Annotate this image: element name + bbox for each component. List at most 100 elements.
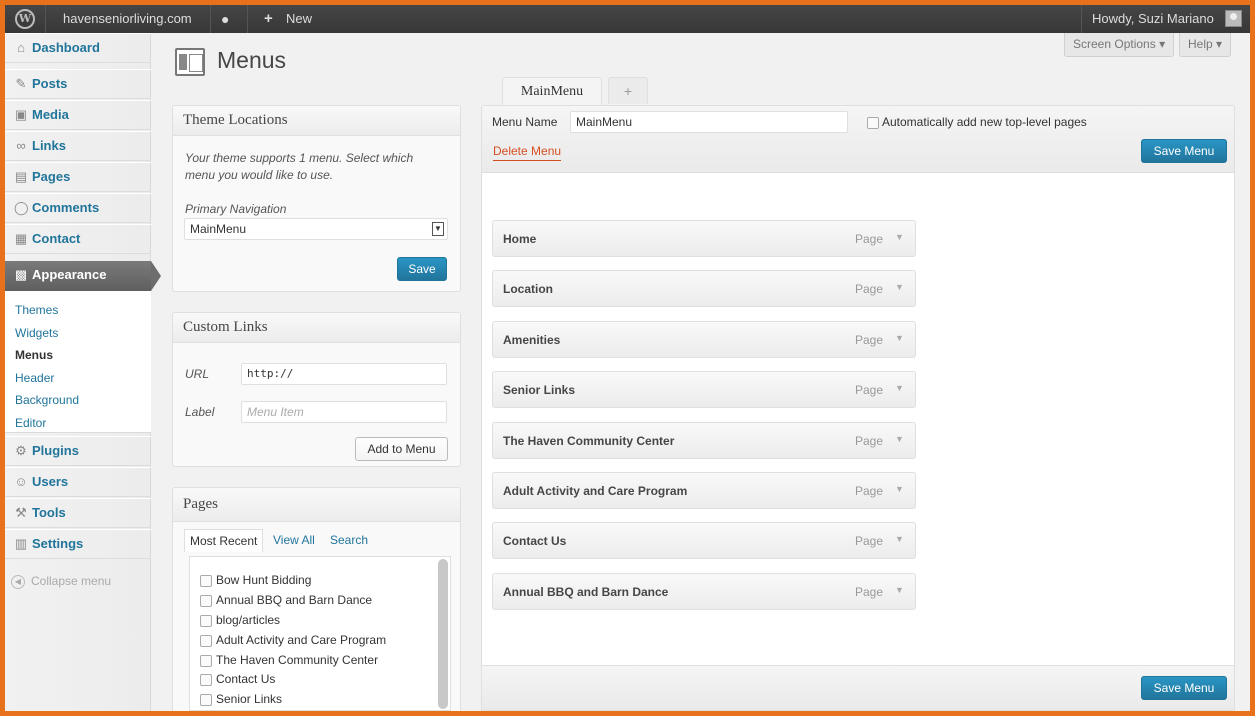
list-item[interactable]: blog/articles <box>200 613 280 627</box>
menu-tab-mainmenu[interactable]: MainMenu <box>502 77 602 106</box>
checkbox[interactable] <box>200 614 212 627</box>
menu-item-amenities[interactable]: Amenities Page ▼ <box>492 321 916 358</box>
sidebar-item-plugins[interactable]: ⚙ Plugins <box>5 436 151 466</box>
site-name-link[interactable]: havenseniorliving.com <box>63 5 192 33</box>
menu-item-type: Page <box>855 484 884 498</box>
admin-bar-separator <box>1081 5 1082 33</box>
screen-options-label: Screen Options <box>1073 37 1156 51</box>
custom-links-heading[interactable]: Custom Links <box>173 313 460 343</box>
list-item[interactable]: Senior Links <box>200 692 282 706</box>
pages-list-scrollbar[interactable] <box>438 559 448 709</box>
menu-item-location[interactable]: Location Page ▼ <box>492 270 916 307</box>
theme-locations-heading[interactable]: Theme Locations <box>173 106 460 136</box>
sidebar-item-label: Dashboard <box>32 40 100 55</box>
menu-item-title: Contact Us <box>503 534 567 548</box>
checkbox[interactable] <box>200 574 212 587</box>
sidebar-item-dashboard[interactable]: ⌂ Dashboard <box>5 33 151 63</box>
comments-icon: ◯ <box>14 200 29 215</box>
submenu-item-background[interactable]: Background <box>15 393 79 407</box>
sidebar-item-label: Plugins <box>32 443 79 458</box>
submenu-item-editor[interactable]: Editor <box>15 416 46 430</box>
screen-options-button[interactable]: Screen Options ▾ <box>1064 33 1175 57</box>
posts-icon: ✎ <box>15 76 27 91</box>
list-item[interactable]: Bow Hunt Bidding <box>200 573 311 587</box>
tab-search[interactable]: Search <box>330 533 368 547</box>
list-item[interactable]: Contact Us <box>200 672 275 686</box>
pages-heading[interactable]: Pages <box>173 488 460 522</box>
sidebar-item-tools[interactable]: ⚒ Tools <box>5 498 151 528</box>
add-to-menu-button[interactable]: Add to Menu <box>355 437 448 461</box>
chevron-down-icon[interactable]: ▼ <box>895 534 904 544</box>
add-menu-tab[interactable]: + <box>608 77 648 104</box>
list-item[interactable]: Annual BBQ and Barn Dance <box>200 593 372 607</box>
submenu-item-themes[interactable]: Themes <box>15 303 58 317</box>
howdy-user-link[interactable]: Howdy, Suzi Mariano <box>1092 5 1214 33</box>
delete-menu-link[interactable]: Delete Menu <box>493 144 562 161</box>
menu-name-input[interactable]: MainMenu <box>570 111 848 133</box>
sidebar-item-media[interactable]: ▣ Media <box>5 100 151 130</box>
sidebar-item-users[interactable]: ☺ Users <box>5 467 151 497</box>
submenu-item-header[interactable]: Header <box>15 371 54 385</box>
save-menu-button-footer[interactable]: Save Menu <box>1141 676 1227 700</box>
admin-sidebar: ⌂ Dashboard ✎ Posts ▣ Media ∞ Links ▤ Pa… <box>5 33 161 711</box>
menu-item-bbq-barn-dance[interactable]: Annual BBQ and Barn Dance Page ▼ <box>492 573 916 610</box>
sidebar-item-appearance[interactable]: ▩ Appearance <box>5 261 161 291</box>
list-item-label: The Haven Community Center <box>216 653 379 667</box>
help-button[interactable]: Help ▾ <box>1179 33 1232 57</box>
plus-icon[interactable]: + <box>264 5 273 33</box>
tab-view-all[interactable]: View All <box>273 533 315 547</box>
dashboard-icon: ⌂ <box>17 40 25 55</box>
checkbox[interactable] <box>200 654 212 667</box>
collapse-menu-button[interactable]: ◀ Collapse menu <box>11 574 111 589</box>
menu-item-title: Annual BBQ and Barn Dance <box>503 585 669 599</box>
submenu-item-widgets[interactable]: Widgets <box>15 326 58 340</box>
chevron-down-icon[interactable]: ▼ <box>895 434 904 444</box>
chevron-down-icon[interactable]: ▼ <box>895 282 904 292</box>
primary-navigation-select[interactable]: MainMenu ▼ <box>184 218 448 240</box>
menu-editor-header: Menu Name MainMenu Automatically add new… <box>481 105 1235 173</box>
menu-item-senior-links[interactable]: Senior Links Page ▼ <box>492 371 916 408</box>
wordpress-logo-icon[interactable]: W <box>15 9 35 29</box>
sidebar-item-pages[interactable]: ▤ Pages <box>5 162 151 192</box>
sidebar-item-contact[interactable]: ▦ Contact <box>5 224 151 254</box>
checkbox[interactable] <box>200 594 212 607</box>
menu-item-adult-activity[interactable]: Adult Activity and Care Program Page ▼ <box>492 472 916 509</box>
tab-most-recent[interactable]: Most Recent <box>184 529 264 552</box>
sidebar-item-settings[interactable]: ▥ Settings <box>5 529 151 559</box>
auto-add-checkbox[interactable] <box>867 117 879 129</box>
checkbox[interactable] <box>200 673 212 686</box>
list-item[interactable]: The Haven Community Center <box>200 653 378 667</box>
chevron-down-icon[interactable]: ▼ <box>895 333 904 343</box>
comment-bubble-icon[interactable]: ● <box>221 5 229 33</box>
menu-item-home[interactable]: Home Page ▼ <box>492 220 916 257</box>
chevron-down-icon[interactable]: ▼ <box>895 484 904 494</box>
save-locations-button[interactable]: Save <box>397 257 447 281</box>
checkbox[interactable] <box>200 634 212 647</box>
menu-name-label: Menu Name <box>492 115 558 129</box>
submenu-item-menus[interactable]: Menus <box>15 348 53 362</box>
avatar[interactable] <box>1225 10 1242 27</box>
checkbox[interactable] <box>200 693 212 706</box>
sidebar-item-label: Settings <box>32 536 84 551</box>
menu-item-community-center[interactable]: The Haven Community Center Page ▼ <box>492 422 916 459</box>
chevron-down-icon[interactable]: ▼ <box>895 383 904 393</box>
menu-item-type: Page <box>855 333 884 347</box>
admin-bar-separator <box>210 5 211 33</box>
menu-item-contact-us[interactable]: Contact Us Page ▼ <box>492 522 916 559</box>
admin-bar-separator <box>247 5 248 33</box>
label-input[interactable]: Menu Item <box>241 401 447 423</box>
save-menu-button[interactable]: Save Menu <box>1141 139 1227 163</box>
url-input[interactable]: http:// <box>241 363 447 385</box>
sidebar-item-links[interactable]: ∞ Links <box>5 131 151 161</box>
list-item[interactable]: Adult Activity and Care Program <box>200 633 386 647</box>
sidebar-item-posts[interactable]: ✎ Posts <box>5 69 151 99</box>
contact-icon: ▦ <box>14 231 28 246</box>
menu-item-title: Amenities <box>503 333 561 347</box>
chevron-down-icon[interactable]: ▼ <box>895 585 904 595</box>
sidebar-item-comments[interactable]: ◯ Comments <box>5 193 151 223</box>
sidebar-item-label: Appearance <box>32 267 107 282</box>
chevron-down-icon[interactable]: ▼ <box>895 232 904 242</box>
menu-item-type: Page <box>855 434 884 448</box>
admin-bar-separator <box>45 5 46 33</box>
new-content-link[interactable]: New <box>286 5 312 33</box>
